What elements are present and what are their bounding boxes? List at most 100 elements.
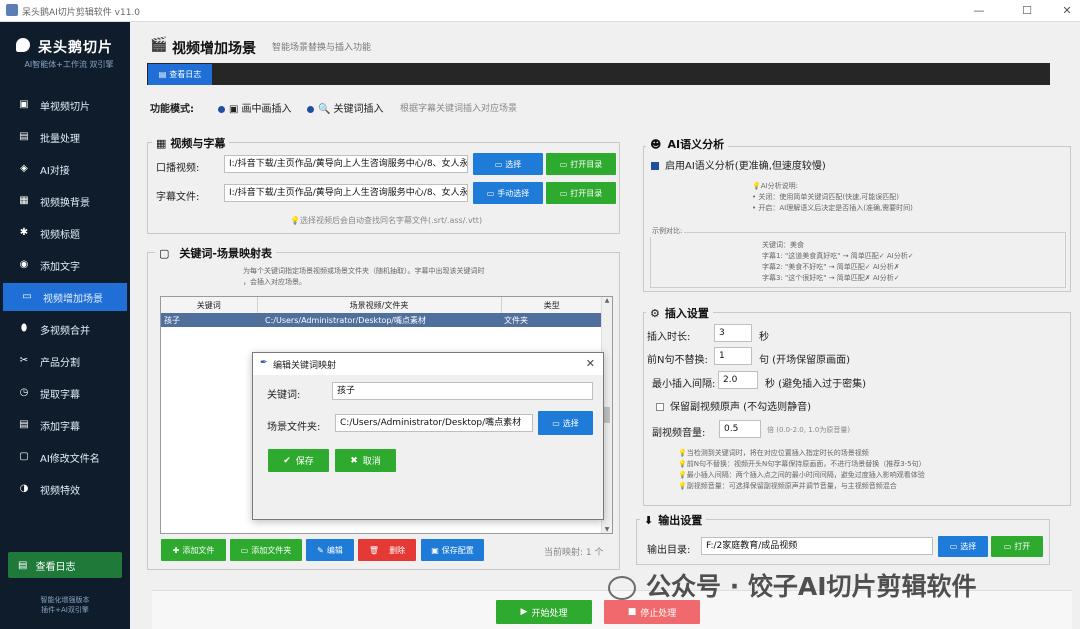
button-label: 保存: [295, 457, 314, 467]
ai-enable-checkbox[interactable]: 启用AI语义分析(更准确,但速度较慢): [651, 157, 826, 172]
ai-desc-title: 💡AI分析说明:: [752, 181, 913, 192]
ai-icon: ◈: [20, 163, 28, 174]
subtitle-path-input[interactable]: I:/抖音下载/主页作品/黄导向上人生咨询服务中心/8、女人永远…: [224, 184, 468, 202]
skip-input[interactable]: 1: [714, 347, 752, 365]
output-dir-label: 输出目录:: [647, 545, 691, 556]
manual-select-button[interactable]: ▭ 手动选择: [473, 182, 543, 204]
cell-keyword: 孩子: [164, 315, 180, 325]
radio-keyword[interactable]: 🔍 关键词插入: [307, 100, 383, 115]
output-open-button[interactable]: ▭ 打开: [991, 536, 1043, 557]
dialog-save-button[interactable]: ✔ 保存: [268, 449, 329, 472]
column-header[interactable]: 场景视频/文件夹: [257, 297, 502, 313]
group-title-text: 视频与字幕: [170, 137, 226, 150]
subtitle-open-dir-button[interactable]: ▭ 打开目录: [546, 182, 616, 204]
nav-item-change-background[interactable]: ▦ 视频换背景: [0, 187, 130, 215]
column-header[interactable]: 关键词: [161, 297, 258, 313]
goose-logo-icon: [16, 38, 30, 52]
nav-item-product-split[interactable]: ✂ 产品分割: [0, 347, 130, 375]
nav-item-add-subtitle[interactable]: ▤ 添加字幕: [0, 411, 130, 439]
button-label: 打开目录: [570, 188, 603, 198]
column-header[interactable]: 类型: [501, 297, 602, 313]
edit-button[interactable]: ✎ 编辑: [306, 539, 354, 561]
log-icon: ▤: [158, 70, 167, 79]
dialog-keyword-label: 关键词:: [267, 390, 301, 401]
interval-input[interactable]: 2.0: [718, 371, 758, 389]
keep-audio-checkbox[interactable]: 保留副视频原声 (不勾选则静音): [656, 398, 811, 413]
video-select-button[interactable]: ▭ 选择: [473, 153, 543, 175]
button-label: 打开目录: [570, 159, 603, 169]
cell-path: C:/Users/Administrator/Desktop/嘴点素材: [265, 315, 426, 325]
folder-icon: ▭: [949, 542, 958, 551]
view-log-button[interactable]: ▤ 查看日志: [8, 552, 122, 578]
scroll-up-icon[interactable]: ▲: [602, 297, 612, 304]
nav-item-single-video-clip[interactable]: ▣ 单视频切片: [0, 91, 130, 119]
add-file-button[interactable]: ✚ 添加文件: [161, 539, 226, 561]
desc-text: AI分析说明:: [760, 182, 798, 190]
video-open-dir-button[interactable]: ▭ 打开目录: [546, 153, 616, 175]
keyword-map-title: ▢ 关键词-场景映射表: [155, 245, 276, 261]
nav-item-batch[interactable]: ▤ 批量处理: [0, 123, 130, 151]
nav-item-ai-rename[interactable]: ▢ AI修改文件名: [0, 443, 130, 471]
wechat-watermark: 公众号 · 饺子AI切片剪辑软件: [608, 567, 977, 603]
scissors-icon: ✂: [19, 355, 29, 366]
dialog-select-button[interactable]: ▭ 选择: [538, 411, 593, 435]
subtitle-label: 字幕文件:: [156, 192, 200, 203]
scroll-thumb[interactable]: [604, 407, 610, 423]
save-config-button[interactable]: ▣ 保存配置: [421, 539, 484, 561]
video-label: 口播视频:: [156, 163, 200, 174]
video-path-input[interactable]: I:/抖音下载/主页作品/黄导向上人生咨询服务中心/8、女人永远…: [224, 155, 468, 173]
volume-input[interactable]: 0.5: [719, 420, 761, 438]
dialog-close-icon[interactable]: ✕: [586, 357, 595, 370]
example-line: 字幕3: "这个很好吃" → 简单匹配✗ AI分析✓: [762, 274, 900, 282]
minimize-button[interactable]: —: [970, 3, 988, 19]
radio-pip[interactable]: ▣ 画中画插入: [218, 100, 291, 115]
add-folder-button[interactable]: ▭ 添加文件夹: [230, 539, 302, 561]
nav-item-video-title[interactable]: ✱ 视频标题: [0, 219, 130, 247]
insert-tips: 💡当检测到关键词时，将在对应位置插入指定时长的场景视频 💡前N句不替换：视频开头…: [678, 448, 926, 492]
folder-icon: ▭: [240, 545, 249, 555]
trash-icon: 🗑: [368, 545, 380, 555]
nav-item-ai[interactable]: ◈ AI对接: [0, 155, 130, 183]
output-dir-input[interactable]: F:/2家庭教育/成品视频: [701, 537, 933, 555]
effects-icon: ◑: [19, 483, 29, 494]
gear-icon: ⚙: [650, 307, 660, 320]
dialog-folder-label: 场景文件夹:: [267, 422, 321, 433]
table-row[interactable]: 孩子 C:/Users/Administrator/Desktop/嘴点素材 文…: [161, 313, 602, 327]
nav-label: 单视频切片: [40, 101, 90, 113]
folder-icon: ▭: [1003, 542, 1012, 551]
clapperboard-icon: 🎬: [150, 37, 168, 53]
skip-label: 前N句不替换:: [647, 355, 708, 366]
nav-item-add-scene[interactable]: ▭ 视频增加场景: [3, 283, 127, 311]
scroll-down-icon[interactable]: ▼: [602, 526, 612, 533]
maximize-button[interactable]: ☐: [1018, 3, 1036, 19]
nav-label: 提取字幕: [40, 389, 80, 401]
batch-icon: ▤: [19, 131, 29, 142]
tab-view-log[interactable]: ▤ 查看日志: [148, 64, 212, 85]
start-process-button[interactable]: ▶ 开始处理: [496, 600, 592, 624]
close-button[interactable]: ✕: [1058, 3, 1076, 19]
dialog-cancel-button[interactable]: ✖ 取消: [335, 449, 396, 472]
nav-label: 视频特效: [40, 485, 80, 497]
dialog-keyword-input[interactable]: 孩子: [332, 382, 593, 400]
tip-text: 当检测到关键词时，将在对应位置插入指定时长的场景视频: [686, 449, 869, 457]
cross-icon: ✖: [350, 455, 358, 466]
play-icon: ▶: [520, 607, 528, 617]
nav-item-add-text[interactable]: ◉ 添加文字: [0, 251, 130, 279]
output-select-button[interactable]: ▭ 选择: [938, 536, 988, 557]
button-label: 保存配置: [441, 545, 474, 555]
subtitle-icon: ▤: [19, 419, 29, 430]
tip-line: 💡副视频音量：可选择保留副视频原声并调节音量，与主视频音频混合: [678, 481, 926, 492]
nav-label: 批量处理: [40, 133, 80, 145]
tip-text: 副视频音量：可选择保留副视频原声并调节音量，与主视频音频混合: [686, 482, 897, 490]
nav-item-extract-subtitle[interactable]: ◷ 提取字幕: [0, 379, 130, 407]
folder-icon: ▭: [559, 159, 568, 169]
delete-button[interactable]: 🗑 删除: [358, 539, 416, 561]
radio-dot: [218, 105, 225, 113]
nav-item-merge-videos[interactable]: ⬮ 多视频合并: [0, 315, 130, 343]
dialog-folder-input[interactable]: C:/Users/Administrator/Desktop/嘴点素材: [335, 414, 533, 432]
nav-item-effects[interactable]: ◑ 视频特效: [0, 475, 130, 503]
text-icon: ◉: [19, 259, 29, 270]
stop-process-button[interactable]: ■ 停止处理: [604, 600, 700, 624]
duration-unit: 秒: [759, 332, 769, 343]
duration-input[interactable]: 3: [714, 324, 752, 342]
